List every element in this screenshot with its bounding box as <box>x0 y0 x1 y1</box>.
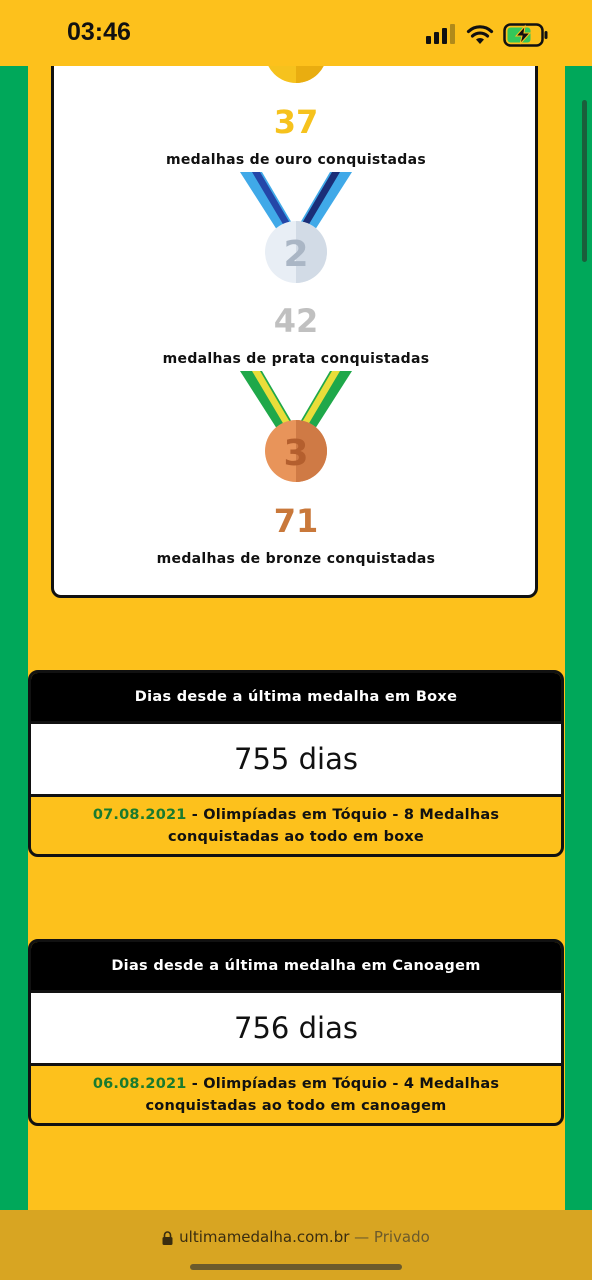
days-since-counter: 755 dias <box>31 721 561 797</box>
battery-charging-icon <box>503 23 548 47</box>
silver-medal-icon: 2 <box>240 172 352 283</box>
medal-date: 07.08.2021 <box>92 807 187 823</box>
status-bar: 03:46 <box>0 0 592 66</box>
bronze-medal-count: 71 <box>273 502 319 540</box>
lock-icon <box>162 1230 173 1245</box>
card-header: Dias desde a última medalha em Canoagem <box>31 942 561 990</box>
gold-medal-count: 37 <box>273 103 319 141</box>
gold-medal-caption: medalhas de ouro conquistadas <box>166 152 426 168</box>
card-footer: 06.08.2021 - Olimpíadas em Tóquio - 4 Me… <box>31 1066 561 1123</box>
wifi-icon <box>466 25 494 44</box>
medal-description: - Olimpíadas em Tóquio - 8 Medalhas conq… <box>168 807 500 845</box>
medal-date: 06.08.2021 <box>92 1076 187 1092</box>
browser-address-bar[interactable]: ultimamedalha.com.br — Privado <box>0 1210 592 1280</box>
bronze-medal-icon: 3 <box>240 371 352 482</box>
bronze-medal-caption: medalhas de bronze conquistadas <box>156 551 436 567</box>
medal-description: - Olimpíadas em Tóquio - 4 Medalhas conq… <box>145 1076 500 1114</box>
silver-medal-caption: medalhas de prata conquistadas <box>162 351 430 367</box>
privacy-label: — Privado <box>349 1228 430 1246</box>
canoagem-medal-card: Dias desde a última medalha em Canoagem … <box>28 939 564 1126</box>
home-indicator[interactable] <box>190 1264 402 1270</box>
days-since-counter: 756 dias <box>31 990 561 1066</box>
bronze-medal-badge: 3 <box>283 433 308 474</box>
card-header: Dias desde a última medalha em Boxe <box>31 673 561 721</box>
status-time: 03:46 <box>67 18 131 46</box>
cellular-signal-icon <box>426 24 455 44</box>
card-footer: 07.08.2021 - Olimpíadas em Tóquio - 8 Me… <box>31 797 561 854</box>
boxe-medal-card: Dias desde a última medalha em Boxe 755 … <box>28 670 564 857</box>
silver-medal-count: 42 <box>273 302 319 340</box>
silver-medal-badge: 2 <box>283 234 308 275</box>
url-text[interactable]: ultimamedalha.com.br <box>179 1228 349 1246</box>
url-row[interactable]: ultimamedalha.com.br — Privado <box>0 1228 592 1246</box>
